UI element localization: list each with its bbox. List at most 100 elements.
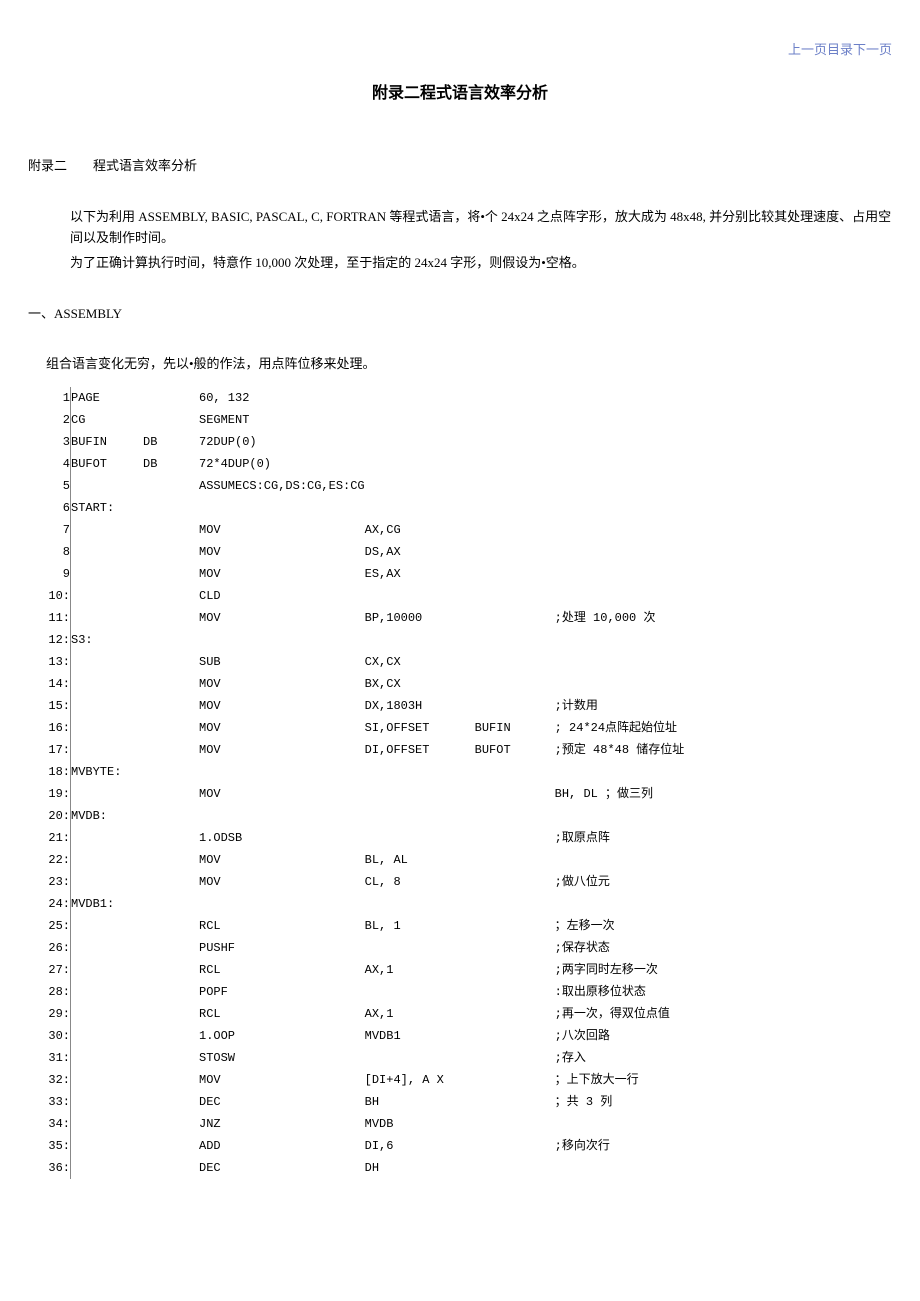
- code-opcode: JNZ: [199, 1113, 365, 1135]
- code-comment: [555, 519, 892, 541]
- code-comment: ;再一次，得双位点值: [555, 1003, 892, 1025]
- code-directive: [143, 739, 199, 761]
- section-heading: 附录二 程式语言效率分析: [28, 156, 892, 177]
- code-opcode: 72*4DUP(0): [199, 453, 365, 475]
- code-opcode: ADD: [199, 1135, 365, 1157]
- code-row: 21:1.ODSB;取原点阵: [28, 827, 892, 849]
- code-label: BUFOT: [71, 453, 144, 475]
- code-directive: [143, 541, 199, 563]
- code-label: [71, 937, 144, 959]
- page-title: 附录二程式语言效率分析: [28, 81, 892, 107]
- code-label: BUFIN: [71, 431, 144, 453]
- code-operand: [365, 827, 475, 849]
- code-row: 16:MOVSI,OFFSETBUFIN; 24*24点阵起始位址: [28, 717, 892, 739]
- code-directive: [143, 849, 199, 871]
- line-number: 30:: [28, 1025, 71, 1047]
- line-number: 4: [28, 453, 71, 475]
- code-operand: [365, 937, 475, 959]
- code-directive: [143, 1047, 199, 1069]
- code-directive: [143, 915, 199, 937]
- code-operand: CL, 8: [365, 871, 475, 893]
- code-comment: [555, 673, 892, 695]
- code-operand2: [475, 541, 555, 563]
- line-number: 1: [28, 387, 71, 409]
- code-label: [71, 1047, 144, 1069]
- code-operand: CX,CX: [365, 651, 475, 673]
- code-operand2: [475, 1025, 555, 1047]
- code-opcode: CLD: [199, 585, 365, 607]
- code-row: 10:CLD: [28, 585, 892, 607]
- code-comment: ；共 3 列: [555, 1091, 892, 1113]
- code-directive: [143, 673, 199, 695]
- section-heading-b: 程式语言效率分析: [93, 158, 197, 173]
- line-number: 19:: [28, 783, 71, 805]
- line-number: 36:: [28, 1157, 71, 1179]
- code-label: [71, 739, 144, 761]
- code-row: 20:MVDB:: [28, 805, 892, 827]
- code-operand: BH: [365, 1091, 475, 1113]
- code-opcode: MOV: [199, 849, 365, 871]
- toc-link[interactable]: 目录: [827, 42, 853, 57]
- code-opcode: 72DUP(0): [199, 431, 365, 453]
- code-opcode: RCL: [199, 1003, 365, 1025]
- code-directive: [143, 409, 199, 431]
- code-operand: DI,6: [365, 1135, 475, 1157]
- prev-link[interactable]: 上一页: [788, 42, 827, 57]
- code-directive: [143, 761, 199, 783]
- code-opcode: MOV: [199, 871, 365, 893]
- code-operand2: [475, 805, 555, 827]
- code-row: 35:ADD DI,6;移向次行: [28, 1135, 892, 1157]
- code-operand: [365, 453, 475, 475]
- code-row: 15:MOVDX,1803H ;计数用: [28, 695, 892, 717]
- code-operand2: [475, 1135, 555, 1157]
- code-operand: AX,1: [365, 1003, 475, 1025]
- code-directive: [143, 1157, 199, 1179]
- code-directive: DB: [143, 453, 199, 475]
- next-link[interactable]: 下一页: [853, 42, 892, 57]
- code-label: [71, 959, 144, 981]
- line-number: 2: [28, 409, 71, 431]
- code-opcode: MOV: [199, 695, 365, 717]
- code-label: [71, 981, 144, 1003]
- code-directive: [143, 717, 199, 739]
- code-directive: [143, 1091, 199, 1113]
- code-row: 9MOVES,AX: [28, 563, 892, 585]
- code-label: [71, 1091, 144, 1113]
- code-directive: DB: [143, 431, 199, 453]
- code-row: 30:1.OOPMVDB1;八次回路: [28, 1025, 892, 1047]
- line-number: 18:: [28, 761, 71, 783]
- code-operand: [365, 783, 475, 805]
- code-directive: [143, 585, 199, 607]
- code-label: S3:: [71, 629, 144, 651]
- code-directive: [143, 1025, 199, 1047]
- code-operand2: [475, 1091, 555, 1113]
- code-operand: AX,1: [365, 959, 475, 981]
- code-operand: [365, 431, 475, 453]
- code-directive: [143, 1069, 199, 1091]
- code-opcode: MOV: [199, 783, 365, 805]
- code-row: 33:DEC BH；共 3 列: [28, 1091, 892, 1113]
- code-opcode: MOV: [199, 541, 365, 563]
- code-comment: [555, 409, 892, 431]
- code-row: 18:MVBYTE:: [28, 761, 892, 783]
- code-operand2: [475, 1157, 555, 1179]
- code-operand: BL, 1: [365, 915, 475, 937]
- code-comment: ;移向次行: [555, 1135, 892, 1157]
- section-heading-a: 附录二: [28, 158, 67, 173]
- code-comment: [555, 431, 892, 453]
- code-row: 17:MOVDI,OFFSETBUFOT;预定 48*48 储存位址: [28, 739, 892, 761]
- line-number: 6: [28, 497, 71, 519]
- line-number: 34:: [28, 1113, 71, 1135]
- code-label: [71, 1113, 144, 1135]
- code-comment: [555, 563, 892, 585]
- line-number: 5: [28, 475, 71, 497]
- line-number: 3: [28, 431, 71, 453]
- code-label: [71, 915, 144, 937]
- code-operand: MVDB: [365, 1113, 475, 1135]
- code-operand: [365, 805, 475, 827]
- code-directive: [143, 563, 199, 585]
- code-row: 1PAGE60, 132: [28, 387, 892, 409]
- code-label: [71, 1025, 144, 1047]
- code-label: [71, 563, 144, 585]
- code-opcode: MOV: [199, 717, 365, 739]
